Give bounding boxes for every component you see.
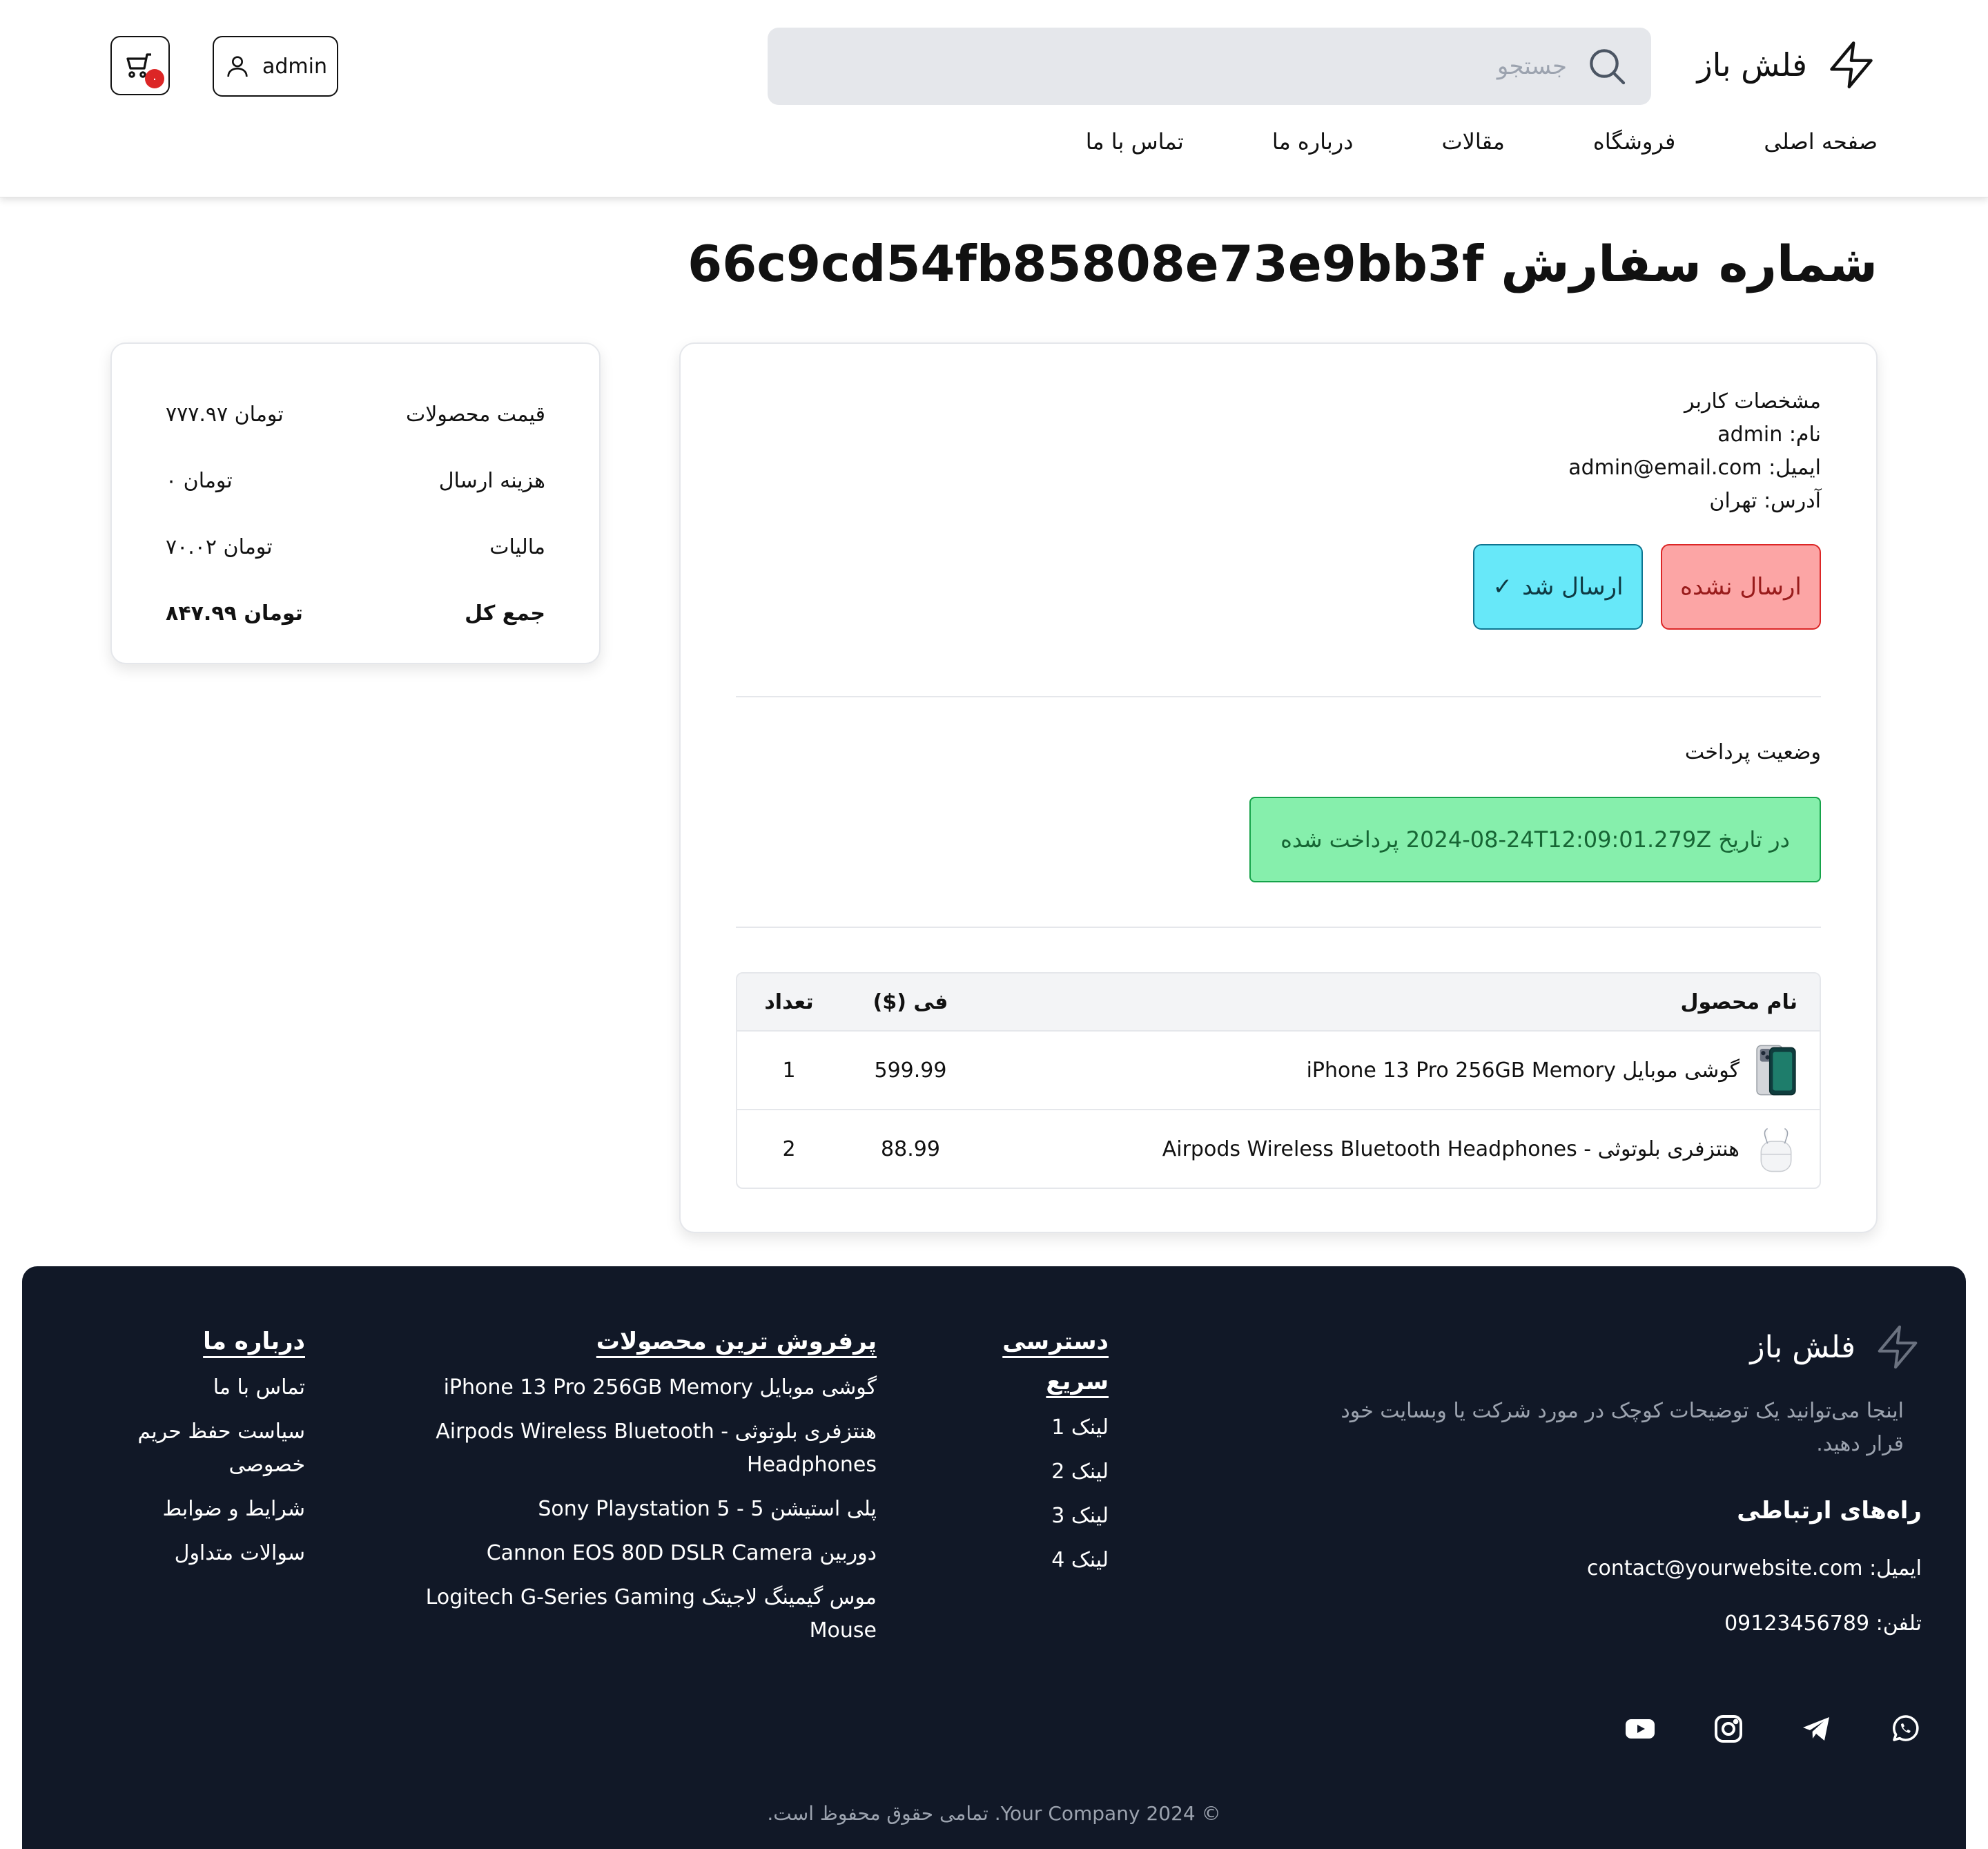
quick-access-title: دسترسی سریع bbox=[1002, 1328, 1109, 1395]
best-seller-link[interactable]: هنتزفری بلوتوثی - Airpods Wireless Bluet… bbox=[436, 1420, 877, 1477]
user-address-value: تهران bbox=[1709, 489, 1757, 513]
total-value: تومان ۸۴۷.۹۹ bbox=[166, 601, 303, 626]
best-seller-link[interactable]: پلی استیشن 5 - Sony Playstation 5 bbox=[538, 1497, 877, 1521]
order-title-prefix: شماره سفارش bbox=[1501, 235, 1878, 293]
page-title: شماره سفارش 66c9cd54fb85808e73e9bb3f bbox=[688, 235, 1878, 293]
summary-row-shipping: هزینه ارسال تومان ۰ bbox=[166, 468, 545, 493]
footer-link-4[interactable]: لینک 4 bbox=[1051, 1548, 1109, 1572]
nav-shop[interactable]: فروشگاه bbox=[1593, 128, 1675, 155]
nav-home[interactable]: صفحه اصلی bbox=[1764, 128, 1878, 155]
social-links bbox=[1624, 1712, 1922, 1745]
nav-contact[interactable]: تماس با ما bbox=[1086, 128, 1184, 155]
user-address-line: آدرس: تهران bbox=[1709, 489, 1821, 513]
footer-privacy-link[interactable]: سیاست حفظ حریم خصوصی bbox=[137, 1420, 305, 1477]
instagram-icon[interactable] bbox=[1712, 1712, 1745, 1745]
header-quantity: تعداد bbox=[764, 989, 814, 1014]
footer-contact-title: راه‌های ارتباطی bbox=[1737, 1497, 1922, 1524]
cart-button[interactable]: ۰ bbox=[110, 36, 170, 95]
best-seller-link[interactable]: موس گیمینگ لاجیتک Logitech G-Series Gami… bbox=[426, 1585, 877, 1643]
mark-shipped-button[interactable]: ارسال شد ✓ bbox=[1473, 544, 1643, 630]
table-row: هنتزفری بلوتوثی - Airpods Wireless Bluet… bbox=[737, 1109, 1820, 1188]
payment-status-badge: در تاریخ 2024-08-24T12:09:01.279Z پرداخت… bbox=[1249, 797, 1821, 882]
summary-row-tax: مالیات تومان ۷۰.۰۲ bbox=[166, 534, 545, 559]
footer-email: ایمیل: contact@yourwebsite.com bbox=[1586, 1556, 1922, 1580]
footer-email-link[interactable]: contact@yourwebsite.com bbox=[1587, 1556, 1863, 1580]
nav-articles[interactable]: مقالات bbox=[1441, 128, 1504, 155]
search-bar bbox=[768, 28, 1651, 105]
table-row: گوشی موبایل iPhone 13 Pro 256GB Memory 5… bbox=[737, 1030, 1820, 1109]
site-footer: فلش باز اینجا می‌توانید یک توضیحات کوچک … bbox=[22, 1266, 1966, 1849]
whatsapp-icon[interactable] bbox=[1889, 1712, 1922, 1745]
footer-terms-link[interactable]: شرایط و ضوابط bbox=[162, 1497, 305, 1521]
youtube-icon[interactable] bbox=[1624, 1712, 1657, 1745]
footer-faq-link[interactable]: سوالات متداول bbox=[175, 1541, 305, 1565]
shipping-price-value: تومان ۰ bbox=[166, 468, 233, 493]
footer-description: اینجا می‌توانید یک توضیحات کوچک در مورد … bbox=[1341, 1399, 1904, 1456]
order-summary-card: قیمت محصولات تومان ۷۷۷.۹۷ هزینه ارسال تو… bbox=[110, 342, 601, 664]
nav-about[interactable]: درباره ما bbox=[1272, 128, 1354, 155]
best-seller-link[interactable]: گوشی موبایل iPhone 13 Pro 256GB Memory bbox=[444, 1375, 877, 1400]
footer-best-sellers: پرفروش ترین محصولات گوشی موبایل iPhone 1… bbox=[400, 1322, 877, 1658]
summary-row-total: جمع کل تومان ۸۴۷.۹۹ bbox=[166, 601, 545, 626]
footer-quick-access: دسترسی سریع لینک 1 لینک 2 لینک 3 لینک 4 bbox=[984, 1322, 1109, 1588]
lightning-icon bbox=[1825, 39, 1878, 91]
order-items-table: نام محصول فی ($) تعداد گوشی موبایل iPhon… bbox=[736, 972, 1821, 1189]
product-link[interactable]: گوشی موبایل iPhone 13 Pro 256GB Memory bbox=[1307, 1058, 1740, 1083]
brand-logo[interactable]: فلش باز bbox=[1697, 36, 1878, 94]
product-link[interactable]: هنتزفری بلوتوثی - Airpods Wireless Bluet… bbox=[1162, 1137, 1740, 1161]
user-name-value: admin bbox=[1717, 423, 1783, 447]
header-price: فی ($) bbox=[873, 989, 948, 1014]
telegram-icon[interactable] bbox=[1800, 1712, 1833, 1745]
earbuds-icon bbox=[1760, 1127, 1792, 1172]
best-seller-link[interactable]: دوربین Cannon EOS 80D DSLR Camera bbox=[487, 1541, 877, 1565]
copyright: © 2024 Your Company. تمامی حقوق محفوظ اس… bbox=[767, 1802, 1221, 1825]
footer-about: درباره ما تماس با ما سیاست حفظ حریم خصوص… bbox=[126, 1322, 305, 1581]
table-header-row: نام محصول فی ($) تعداد bbox=[737, 974, 1820, 1030]
search-icon[interactable] bbox=[1585, 44, 1629, 88]
summary-row-items: قیمت محصولات تومان ۷۷۷.۹۷ bbox=[166, 402, 545, 427]
payment-date: 2024-08-24T12:09:01.279Z bbox=[1405, 826, 1712, 853]
footer-contact-link[interactable]: تماس با ما bbox=[213, 1375, 305, 1400]
product-quantity: 2 bbox=[782, 1136, 796, 1161]
mark-not-shipped-button[interactable]: ارسال نشده bbox=[1661, 544, 1821, 630]
items-price-value: تومان ۷۷۷.۹۷ bbox=[166, 402, 284, 427]
product-price: 88.99 bbox=[881, 1136, 940, 1161]
about-title: درباره ما bbox=[203, 1328, 305, 1355]
payment-status-label: وضعیت پرداخت bbox=[1684, 740, 1821, 764]
header-product-name: نام محصول bbox=[1680, 989, 1797, 1014]
order-details-card: مشخصات کاربر نام: admin ایمیل: admin@ema… bbox=[679, 342, 1878, 1233]
check-icon: ✓ bbox=[1492, 573, 1512, 601]
user-account-button[interactable]: admin bbox=[213, 36, 338, 97]
phone-icon bbox=[1756, 1045, 1796, 1096]
user-email-line: ایمیل: admin@email.com bbox=[1568, 456, 1821, 480]
cart-count-badge: ۰ bbox=[145, 69, 164, 88]
best-sellers-title: پرفروش ترین محصولات bbox=[596, 1328, 877, 1355]
user-name-line: نام: admin bbox=[1717, 423, 1821, 447]
footer-brand: فلش باز bbox=[1750, 1323, 1922, 1371]
footer-link-2[interactable]: لینک 2 bbox=[1051, 1460, 1109, 1484]
section-divider bbox=[736, 696, 1821, 697]
site-header: فلش باز admin ۰ صفحه اصلی فروشگاه مقالات… bbox=[0, 0, 1988, 197]
footer-link-3[interactable]: لینک 3 bbox=[1051, 1504, 1109, 1528]
section-divider bbox=[736, 927, 1821, 928]
user-email-value: admin@email.com bbox=[1568, 456, 1762, 480]
footer-phone: تلفن: 09123456789 bbox=[1724, 1611, 1922, 1636]
brand-name: فلش باز bbox=[1697, 46, 1807, 84]
order-id: 66c9cd54fb85808e73e9bb3f bbox=[688, 235, 1484, 293]
shipped-label: ارسال شد bbox=[1521, 573, 1624, 601]
user-icon bbox=[227, 56, 248, 77]
tax-value: تومان ۷۰.۰۲ bbox=[166, 534, 273, 559]
product-quantity: 1 bbox=[782, 1058, 796, 1083]
user-details-heading: مشخصات کاربر bbox=[1684, 389, 1821, 414]
lightning-icon bbox=[1878, 1325, 1918, 1369]
search-input[interactable] bbox=[946, 52, 1567, 80]
user-name: admin bbox=[262, 54, 327, 79]
user-details: مشخصات کاربر نام: admin ایمیل: admin@ema… bbox=[1568, 385, 1821, 518]
product-price: 599.99 bbox=[874, 1058, 947, 1083]
main-nav: صفحه اصلی فروشگاه مقالات درباره ما تماس … bbox=[1086, 128, 1878, 155]
footer-link-1[interactable]: لینک 1 bbox=[1051, 1415, 1109, 1440]
